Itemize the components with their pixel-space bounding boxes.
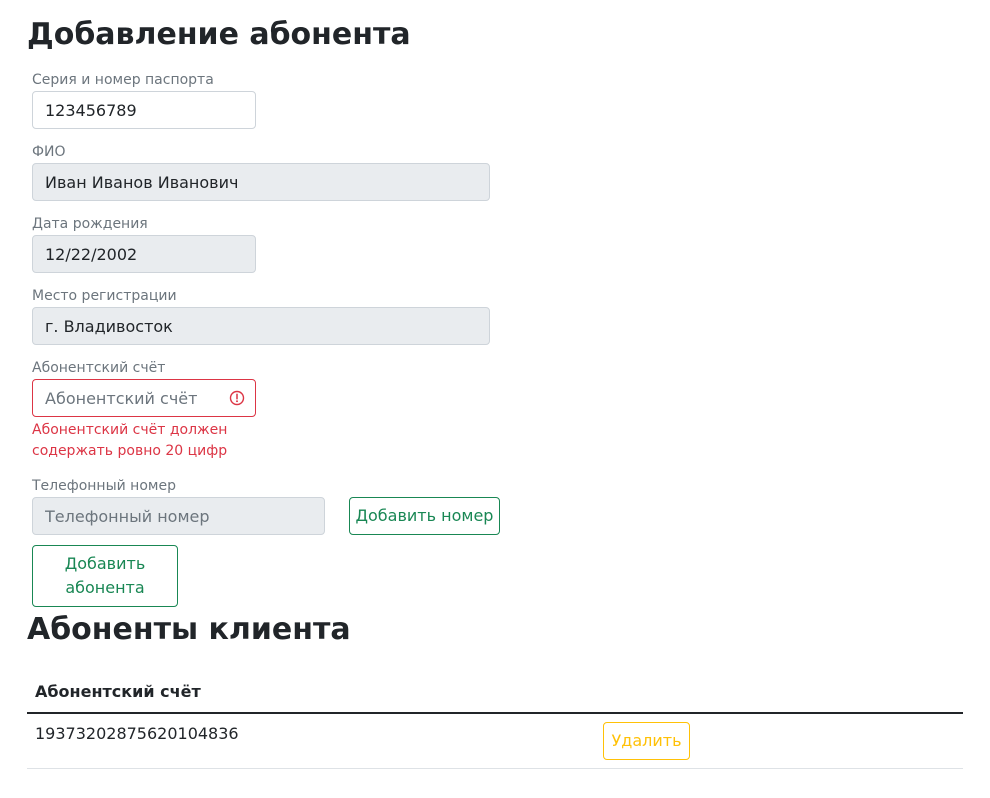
column-header-account: Абонентский счёт [35,682,201,701]
registration-label: Место регистрации [32,288,177,304]
table-header-divider [27,712,963,714]
account-label: Абонентский счёт [32,360,166,376]
passport-label: Серия и номер паспорта [32,72,214,88]
error-icon [229,390,245,406]
subscribers-title: Абоненты клиента [27,612,351,647]
passport-input[interactable] [32,91,256,129]
subscriber-account-cell: 19373202875620104836 [35,724,239,743]
fio-label: ФИО [32,144,66,160]
add-phone-button[interactable]: Добавить номер [349,497,500,535]
fio-input[interactable] [32,163,490,201]
phone-input[interactable] [32,497,325,535]
add-subscriber-button[interactable]: Добавить абонента [32,545,178,607]
birth-date-input[interactable] [32,235,256,273]
delete-subscriber-button[interactable]: Удалить [603,722,690,760]
birth-date-label: Дата рождения [32,216,148,232]
account-input[interactable] [32,379,256,417]
account-error-message: Абонентский счёт должен содержать ровно … [32,422,228,459]
registration-input[interactable] [32,307,490,345]
add-subscriber-title: Добавление абонента [27,17,411,52]
table-row-divider [27,768,963,769]
phone-label: Телефонный номер [32,478,176,494]
